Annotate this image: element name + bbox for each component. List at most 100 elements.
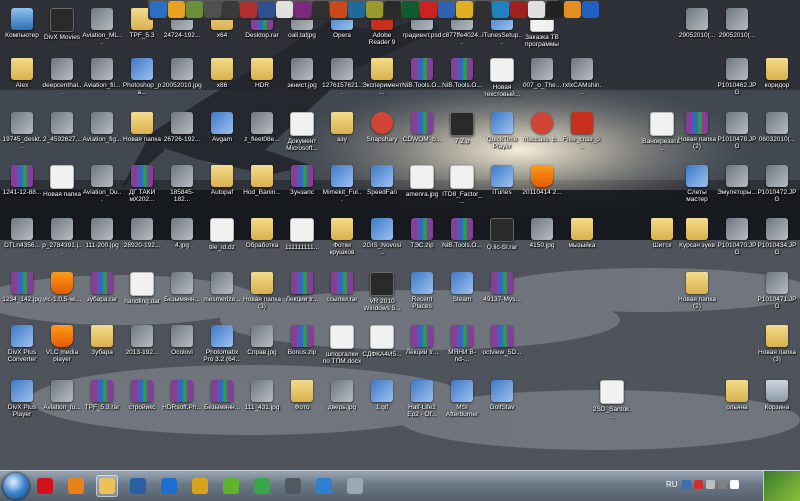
desktop-icon[interactable]: SpeedFan — [362, 165, 402, 196]
desktop-icon[interactable]: Зубара — [82, 325, 122, 356]
toolbar-app-icon[interactable] — [168, 1, 185, 18]
desktop-icon[interactable]: Новая папка (2) — [677, 112, 717, 150]
flashget-icon[interactable] — [158, 475, 180, 497]
desktop-icon[interactable]: HDRsoft.Ph... — [162, 380, 202, 411]
desktop-icon[interactable]: Новая папка — [42, 165, 82, 198]
desktop-icon[interactable]: мызыйка — [562, 218, 602, 249]
desktop-icon[interactable]: Ванокрезать... — [642, 112, 682, 152]
desktop-icon[interactable]: 1234_142.jpg — [2, 272, 42, 303]
desktop-icon[interactable]: NiB.Tools.O... — [442, 218, 482, 249]
desktop-icon[interactable]: Новая папка (3) — [242, 272, 282, 310]
desktop-icon[interactable]: z_fleet08e... — [242, 112, 282, 143]
skype-icon[interactable] — [313, 475, 335, 497]
show-desktop-button[interactable] — [763, 471, 800, 501]
desktop-icon[interactable]: Snapshary — [362, 112, 402, 143]
desktop-icon[interactable]: Aviation_fil... — [82, 58, 122, 89]
desktop-icon[interactable]: P1010470.JPG — [717, 218, 757, 256]
desktop-icon[interactable]: 2GIS_Novosi... — [362, 218, 402, 256]
desktop-icon[interactable]: iTunes — [482, 165, 522, 196]
toolbar-app-icon[interactable] — [492, 1, 509, 18]
desktop-icon[interactable]: Half-Life2 Ep2 - Of... — [402, 380, 442, 418]
desktop-icon[interactable]: Free_спаз_о... — [562, 112, 602, 150]
desktop-icon[interactable]: МЯНИ В-nd-... — [442, 325, 482, 363]
desktop-icon[interactable]: QuickTime Player — [482, 112, 522, 150]
desktop-icon[interactable]: p_2784391.j... — [42, 218, 82, 256]
toolbar-app-icon[interactable] — [276, 1, 293, 18]
desktop-icon[interactable]: mesmerize... — [202, 272, 242, 303]
desktop-icon[interactable]: P1010462.JPG — [717, 58, 757, 96]
desktop-icon[interactable]: DTLn4356... — [2, 218, 42, 249]
desktop-icon[interactable]: 2013-192... — [122, 325, 162, 356]
desktop-icon[interactable]: зубара.rar — [82, 272, 122, 303]
desktop-icon[interactable]: 20052010.jpg — [162, 58, 202, 89]
toolbar-app-icon[interactable] — [204, 1, 221, 18]
desktop-icon[interactable]: Эмуляторы... — [717, 165, 757, 196]
toolbar-app-icon[interactable] — [582, 1, 599, 18]
toolbar-app-icon[interactable] — [456, 1, 473, 18]
desktop-icon[interactable]: Q.lic-Sl.rar — [482, 218, 522, 251]
toolbar-app-icon[interactable] — [420, 1, 437, 18]
desktop-icon[interactable]: Hod_Banin... — [242, 165, 282, 196]
desktop-icon[interactable]: 06032010(... — [757, 112, 797, 143]
desktop-icon[interactable]: 1276157621... — [322, 58, 362, 96]
desktop-icon[interactable]: Ocolovi — [162, 325, 202, 356]
desktop-icon[interactable]: Зунзапс — [282, 165, 322, 196]
desktop-icon[interactable]: DivX Movies — [42, 8, 82, 41]
desktop-icon[interactable]: VLC media player — [42, 325, 82, 363]
desktop-icon[interactable]: Autopaf — [202, 165, 242, 196]
winamp-icon[interactable] — [189, 475, 211, 497]
desktop-icon[interactable]: octview_5D... — [482, 325, 522, 356]
desktop-icon[interactable]: Курсач зуев — [677, 218, 717, 249]
desktop-icon[interactable]: CDWOM_b... — [402, 112, 442, 143]
toolbar-app-icon[interactable] — [384, 1, 401, 18]
tray-status-icon[interactable] — [706, 480, 715, 489]
toolbar-app-icon[interactable] — [294, 1, 311, 18]
tray-status-icon[interactable] — [730, 480, 739, 489]
tray-status-icon[interactable] — [682, 480, 691, 489]
desktop-icon[interactable]: rxtxCAMshin... — [562, 58, 602, 96]
desktop-icon[interactable]: tile_id.dz — [202, 218, 242, 251]
toolbar-app-icon[interactable] — [348, 1, 365, 18]
toolbar-app-icon[interactable] — [366, 1, 383, 18]
desktop-icon[interactable]: P1010478.JPG — [717, 112, 757, 150]
desktop-icon[interactable]: 185845-182... — [162, 165, 202, 203]
desktop-icon[interactable]: Steam — [442, 272, 482, 303]
desktop-icon[interactable]: Новая папка — [122, 112, 162, 143]
desktop-icon[interactable]: 29052010(... — [717, 8, 757, 39]
desktop-icon[interactable]: Новая папка (3) — [757, 325, 797, 363]
desktop-icon[interactable]: 28920-192... — [122, 218, 162, 249]
desktop-icon[interactable]: ТЭС.zip — [402, 218, 442, 249]
desktop-icon[interactable]: x86 — [202, 58, 242, 89]
icq-icon[interactable] — [220, 475, 242, 497]
desktop-icon[interactable]: Компьютер — [2, 8, 42, 39]
desktop-icon[interactable]: 19745_deskt... — [2, 112, 42, 150]
desktop-icon[interactable]: VR 2010 Windows 5... — [362, 272, 402, 312]
desktop-icon[interactable]: Безымянн... — [202, 380, 242, 411]
desktop-icon[interactable]: 111111111... — [282, 218, 322, 251]
language-indicator[interactable]: RU — [666, 480, 678, 489]
opera-icon[interactable] — [34, 475, 56, 497]
desktop-icon[interactable]: ссылки.rar — [322, 272, 362, 303]
toolbar-app-icon[interactable] — [312, 1, 329, 18]
desktop-icon[interactable]: 2_4592627... — [42, 112, 82, 143]
toolbar-app-icon[interactable] — [438, 1, 455, 18]
desktop-icon[interactable]: handling.dat — [122, 272, 162, 305]
desktop-icon[interactable]: ДГ ТАКИ мХ202... — [122, 165, 162, 203]
start-button[interactable] — [3, 473, 29, 499]
toolbar-app-icon[interactable] — [150, 1, 167, 18]
desktop-icon[interactable]: коридор — [757, 58, 797, 89]
firefox-icon[interactable] — [65, 475, 87, 497]
utorrent-icon[interactable] — [251, 475, 273, 497]
desktop-icon[interactable]: DivX Plus Player — [2, 380, 42, 418]
desktop-icon[interactable]: 2SD_Santok... — [592, 380, 632, 420]
desktop-icon[interactable]: P1010434.JPG — [757, 218, 797, 256]
tray-status-icon[interactable] — [694, 480, 703, 489]
desktop-icon[interactable]: P1010471.JPG — [757, 272, 797, 310]
desktop-icon[interactable]: Avgam — [202, 112, 242, 143]
toolbar-app-icon[interactable] — [564, 1, 581, 18]
toolbar-app-icon[interactable] — [402, 1, 419, 18]
desktop-icon[interactable]: Эксперимент ... — [362, 58, 402, 96]
desktop-icon[interactable]: Фотки крушков — [322, 218, 362, 256]
toolbar-app-icon[interactable] — [258, 1, 275, 18]
desktop-icon[interactable]: Новая текстовый... — [482, 58, 522, 98]
